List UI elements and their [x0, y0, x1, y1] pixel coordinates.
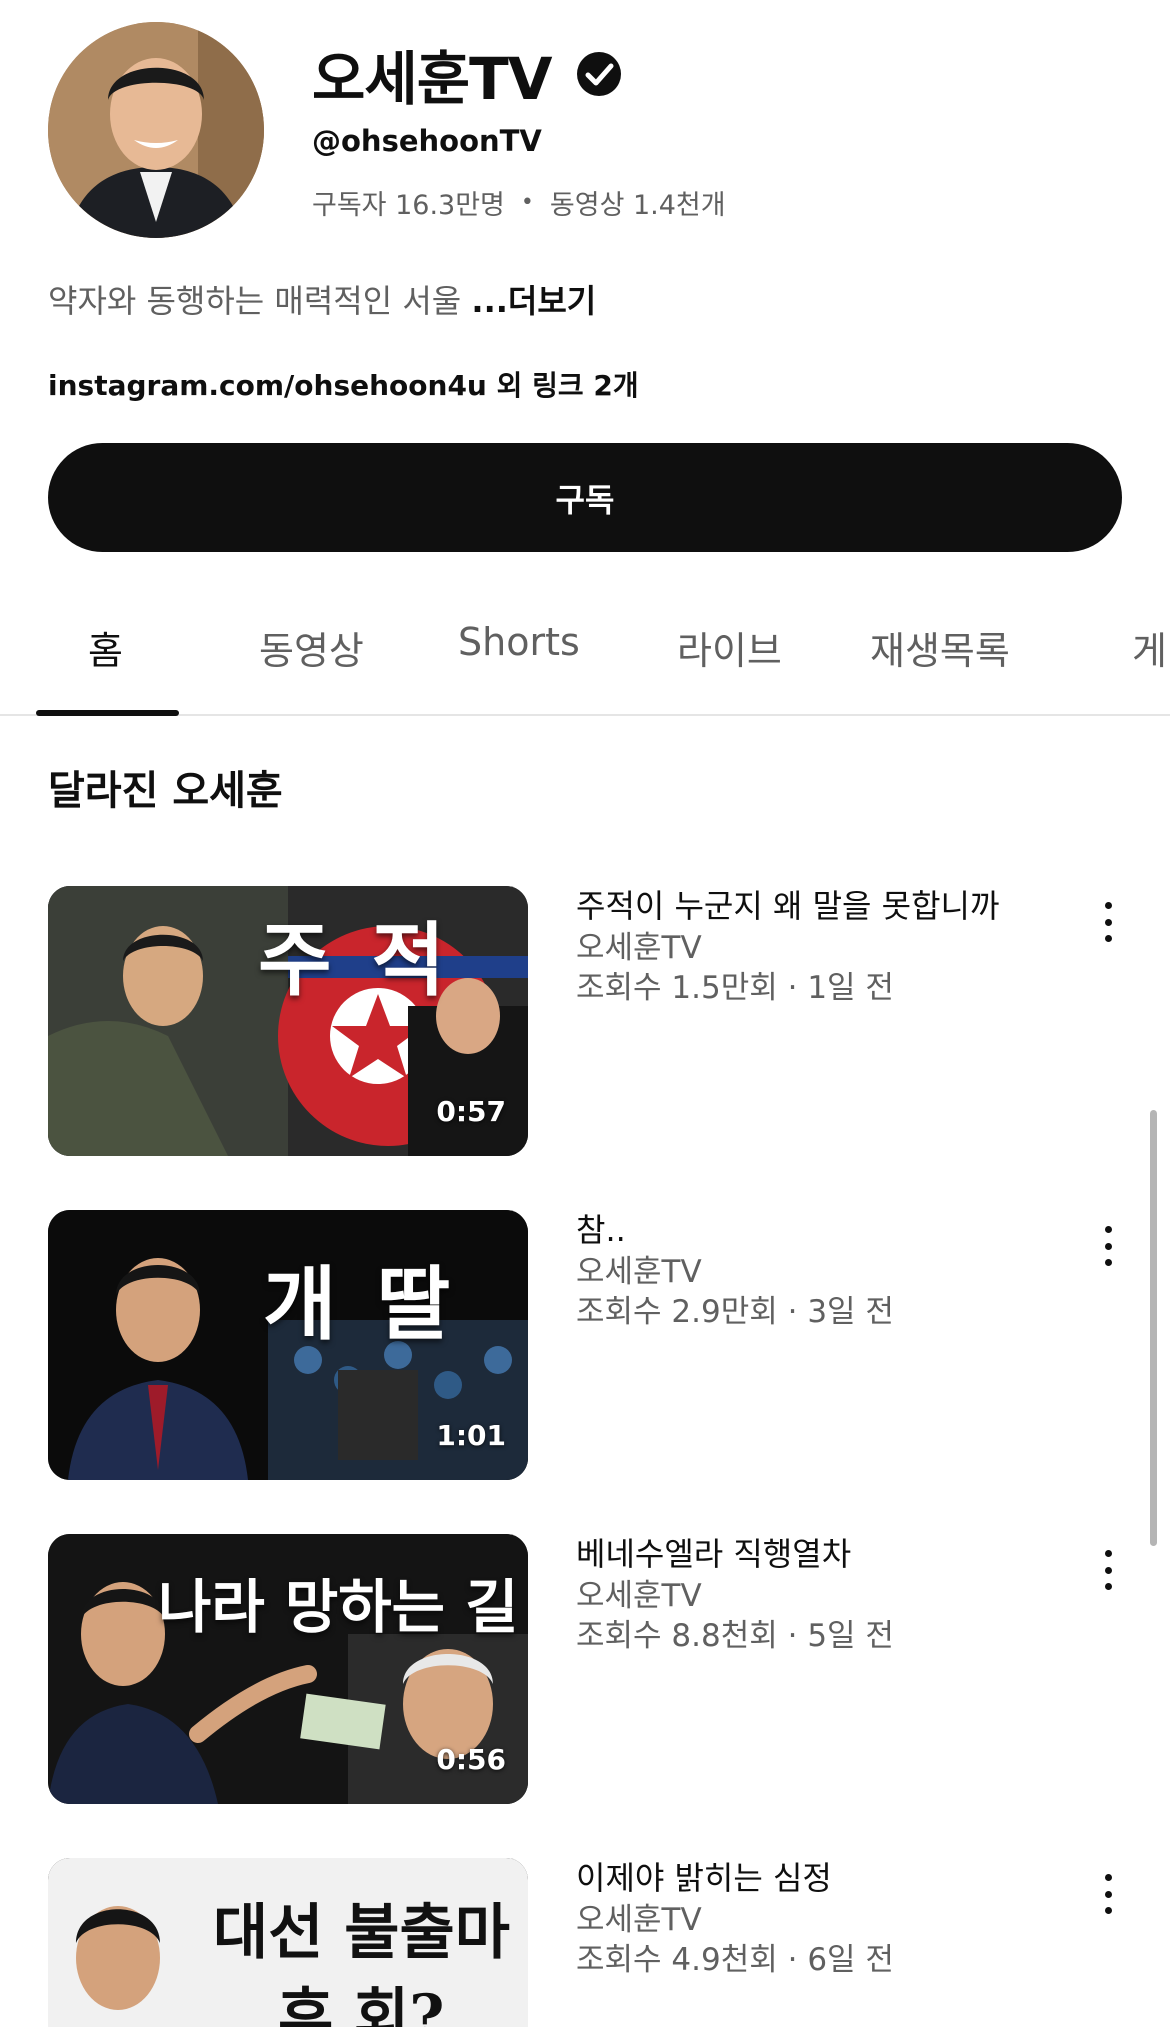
channel-handle: @ohsehoonTV	[312, 124, 542, 158]
more-description-link[interactable]: ...더보기	[471, 282, 596, 320]
description-text: 약자와 동행하는 매력적인 서울	[48, 282, 472, 320]
tab-shorts[interactable]: Shorts	[458, 620, 580, 664]
stats-separator: •	[520, 190, 534, 215]
channel-links[interactable]: instagram.com/ohsehoon4u 외 링크 2개	[48, 364, 639, 404]
thumbnail-caption: 주 적	[258, 913, 452, 1007]
video-meta: 베네수엘라 직행열차 오세훈TV 조회수 8.8천회 · 5일 전	[576, 1534, 1056, 1656]
vertical-scrollbar[interactable]	[1150, 1110, 1157, 1546]
more-vert-icon[interactable]	[1092, 898, 1124, 946]
thumbnail-caption: 나라 망하는 길	[158, 1573, 519, 1641]
video-item[interactable]: 개 딸 1:01 참.. 오세훈TV 조회수 2.9만회 · 3일 전	[0, 1210, 1170, 1480]
channel-name: 오세훈TV	[312, 45, 553, 113]
video-title[interactable]: 주적이 누군지 왜 말을 못합니까	[576, 886, 1056, 926]
video-meta: 주적이 누군지 왜 말을 못합니까 오세훈TV 조회수 1.5만회 · 1일 전	[576, 886, 1056, 1008]
video-thumbnail[interactable]: 대선 불출마 후 회?	[48, 1858, 528, 2027]
thumbnail-caption-2: 후 회?	[278, 1982, 445, 2027]
video-info: 조회수 2.9만회 · 3일 전	[576, 1294, 894, 1330]
tab-videos[interactable]: 동영상	[259, 620, 364, 675]
verified-check-icon	[576, 52, 621, 96]
video-count: 동영상 1.4천개	[549, 190, 726, 221]
channel-page: 오세훈TV @ohsehoonTV 구독자 16.3만명 • 동영상 1.4천개…	[0, 0, 1170, 2027]
video-item[interactable]: 대선 불출마 후 회? 이제야 밝히는 심정 오세훈TV 조회수 4.9천회 ·…	[0, 1858, 1170, 2027]
video-meta: 이제야 밝히는 심정 오세훈TV 조회수 4.9천회 · 6일 전	[576, 1858, 1056, 1980]
tab-home[interactable]: 홈	[88, 620, 123, 675]
video-channel: 오세훈TV	[576, 930, 702, 966]
channel-tabs: 홈 동영상 Shorts 라이브 재생목록 게	[0, 580, 1170, 716]
tab-playlists[interactable]: 재생목록	[870, 620, 1010, 675]
video-channel: 오세훈TV	[576, 1254, 702, 1290]
thumbnail-caption: 대선 불출마	[213, 1898, 510, 1968]
video-duration: 1:01	[436, 1419, 506, 1452]
video-thumbnail[interactable]: 주 적 0:57	[48, 886, 528, 1156]
channel-description[interactable]: 약자와 동행하는 매력적인 서울 ...더보기	[48, 276, 596, 322]
thumbnail-caption: 개 딸	[263, 1257, 457, 1351]
subscriber-count: 구독자 16.3만명	[312, 190, 505, 221]
tab-posts[interactable]: 게	[1132, 620, 1167, 675]
section-title: 달라진 오세훈	[48, 768, 283, 814]
video-meta: 참.. 오세훈TV 조회수 2.9만회 · 3일 전	[576, 1210, 1056, 1332]
video-item[interactable]: 주 적 0:57 주적이 누군지 왜 말을 못합니까 오세훈TV 조회수 1.5…	[0, 886, 1170, 1156]
video-thumbnail[interactable]: 개 딸 1:01	[48, 1210, 528, 1480]
video-duration: 0:57	[436, 1095, 506, 1128]
video-info: 조회수 8.8천회 · 5일 전	[576, 1618, 894, 1654]
channel-title-row: 오세훈TV	[312, 38, 622, 113]
video-title[interactable]: 베네수엘라 직행열차	[576, 1534, 1056, 1574]
video-item[interactable]: 나라 망하는 길 0:56 베네수엘라 직행열차 오세훈TV 조회수 8.8천회…	[0, 1534, 1170, 1804]
more-vert-icon[interactable]	[1092, 1222, 1124, 1270]
channel-avatar[interactable]	[48, 22, 264, 238]
video-duration: 0:56	[436, 1743, 506, 1776]
video-channel: 오세훈TV	[576, 1902, 702, 1938]
active-tab-indicator	[36, 710, 179, 716]
more-vert-icon[interactable]	[1092, 1546, 1124, 1594]
video-info: 조회수 4.9천회 · 6일 전	[576, 1942, 894, 1978]
video-thumbnail[interactable]: 나라 망하는 길 0:56	[48, 1534, 528, 1804]
video-title[interactable]: 이제야 밝히는 심정	[576, 1858, 1056, 1898]
subscribe-button[interactable]: 구독	[48, 443, 1122, 552]
video-info: 조회수 1.5만회 · 1일 전	[576, 970, 894, 1006]
avatar-image	[48, 22, 264, 238]
video-channel: 오세훈TV	[576, 1578, 702, 1614]
tab-live[interactable]: 라이브	[677, 620, 782, 675]
more-vert-icon[interactable]	[1092, 1870, 1124, 1918]
channel-stats: 구독자 16.3만명 • 동영상 1.4천개	[312, 183, 726, 222]
video-title[interactable]: 참..	[576, 1210, 1056, 1250]
